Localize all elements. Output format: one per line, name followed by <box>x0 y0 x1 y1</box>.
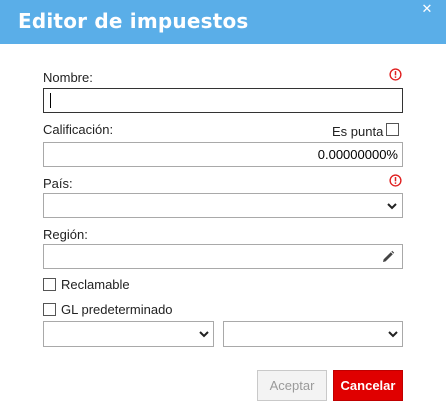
chevron-down-icon <box>387 203 397 210</box>
claimable-checkbox[interactable] <box>43 278 56 291</box>
pencil-icon[interactable] <box>381 250 395 264</box>
rating-field[interactable] <box>43 142 403 167</box>
flat-checkbox[interactable] <box>386 123 399 136</box>
region-label: Región: <box>43 227 88 242</box>
default-gl-label: GL predeterminado <box>61 302 173 317</box>
accept-button[interactable]: Aceptar <box>257 370 327 401</box>
gl-select-1[interactable] <box>43 321 214 347</box>
default-gl-checkbox[interactable] <box>43 303 56 316</box>
name-input[interactable] <box>44 89 402 112</box>
region-field[interactable] <box>43 244 403 269</box>
rating-input[interactable] <box>44 143 402 166</box>
name-field[interactable] <box>43 88 403 113</box>
required-icon <box>389 68 402 81</box>
required-icon <box>389 174 402 187</box>
cancel-button[interactable]: Cancelar <box>333 370 403 401</box>
country-label: País: <box>43 176 73 191</box>
dialog-header: Editor de impuestos ✕ <box>0 0 446 44</box>
rating-label: Calificación: <box>43 122 114 137</box>
chevron-down-icon <box>388 331 398 338</box>
name-label: Nombre: <box>43 70 93 85</box>
dialog-title: Editor de impuestos <box>18 9 249 33</box>
claimable-label: Reclamable <box>61 277 130 292</box>
flat-label: Es punta <box>332 124 384 139</box>
gl-select-2[interactable] <box>223 321 403 347</box>
chevron-down-icon <box>199 331 209 338</box>
close-icon[interactable]: ✕ <box>420 2 434 16</box>
text-caret <box>50 93 51 108</box>
country-select[interactable] <box>43 193 403 218</box>
